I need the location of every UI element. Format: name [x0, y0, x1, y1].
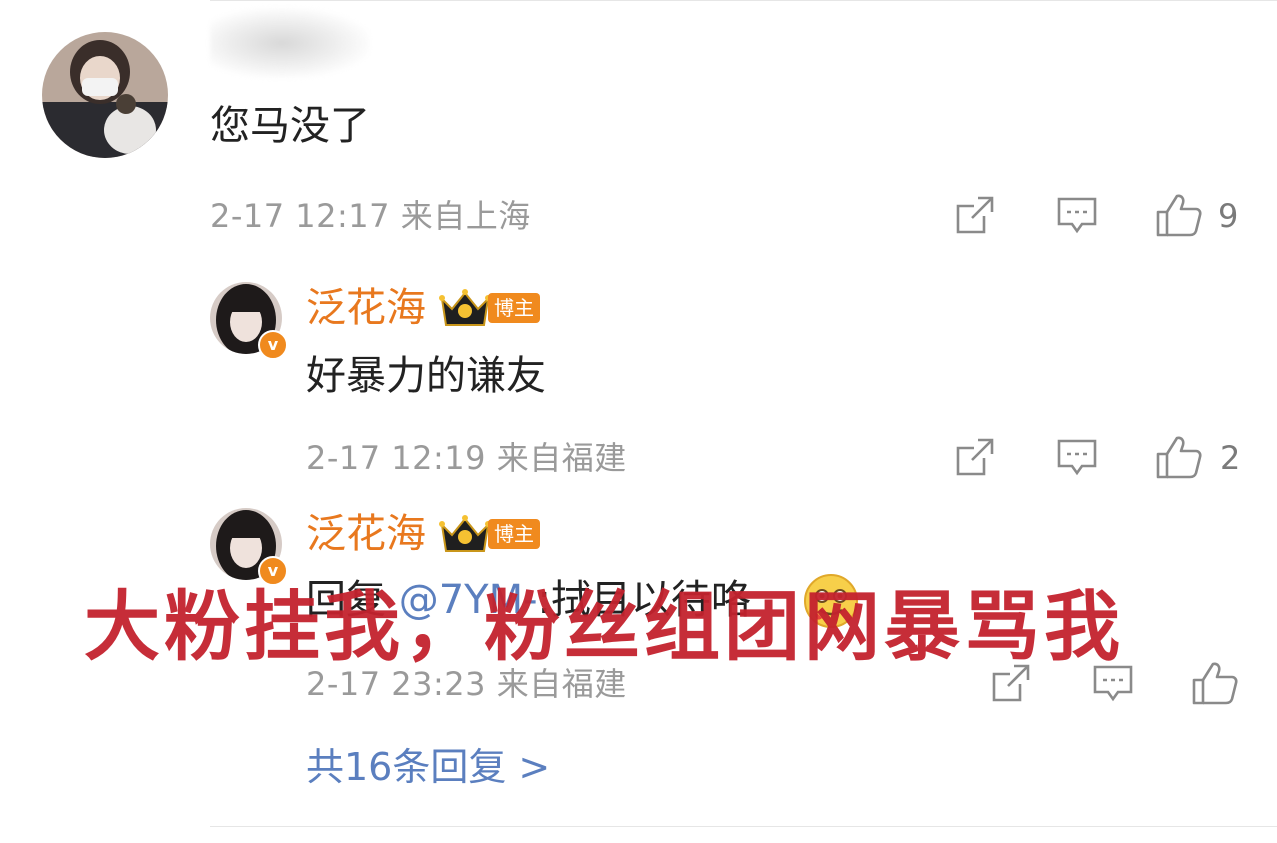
bottom-divider	[210, 826, 1277, 827]
like-button[interactable]	[1155, 192, 1203, 238]
comment-text: 您马没了	[210, 103, 370, 149]
like-button[interactable]	[1191, 660, 1239, 706]
like-count: 2	[1220, 439, 1241, 477]
reply-author-row: 泛花海 博主	[306, 284, 540, 332]
thumbs-up-icon	[1156, 194, 1202, 237]
crown-icon	[439, 515, 491, 552]
reply-author-row: 泛花海 博主	[306, 510, 540, 558]
more-replies-link[interactable]: 共16条回复 >	[306, 744, 550, 790]
reply-meta: 2-17 12:19 来自福建	[306, 438, 627, 478]
crown-icon	[439, 289, 491, 326]
verified-badge-icon: v	[258, 330, 288, 360]
like-count: 9	[1218, 197, 1239, 235]
comment-time: 2-17 12:17	[210, 197, 391, 235]
blogger-badge: 博主	[488, 293, 540, 323]
comment-button[interactable]	[1056, 438, 1098, 478]
reply-time: 2-17 12:19	[306, 439, 487, 477]
like-button[interactable]	[1155, 434, 1203, 480]
share-icon	[956, 196, 994, 234]
top-divider	[210, 0, 1277, 1]
comment-meta: 2-17 12:17 来自上海	[210, 196, 531, 236]
blurred-username	[210, 8, 370, 78]
comment-icon	[1057, 439, 1097, 476]
avatar[interactable]	[42, 32, 168, 158]
thumbs-up-icon	[1156, 436, 1202, 479]
reply-text: 好暴力的谦友	[306, 353, 546, 399]
reply-author[interactable]: 泛花海	[306, 510, 426, 558]
overlay-caption: 大粉挂我，粉丝组团网暴骂我	[84, 582, 1124, 671]
reply-author[interactable]: 泛花海	[306, 284, 426, 332]
share-icon	[956, 438, 994, 476]
reply-location: 来自福建	[496, 439, 627, 477]
comment-icon	[1057, 197, 1097, 234]
comment-button[interactable]	[1056, 196, 1098, 236]
thumbs-up-icon	[1192, 662, 1238, 705]
share-button[interactable]	[954, 194, 996, 236]
blogger-badge: 博主	[488, 519, 540, 549]
share-button[interactable]	[954, 436, 996, 478]
comment-location: 来自上海	[400, 197, 531, 235]
